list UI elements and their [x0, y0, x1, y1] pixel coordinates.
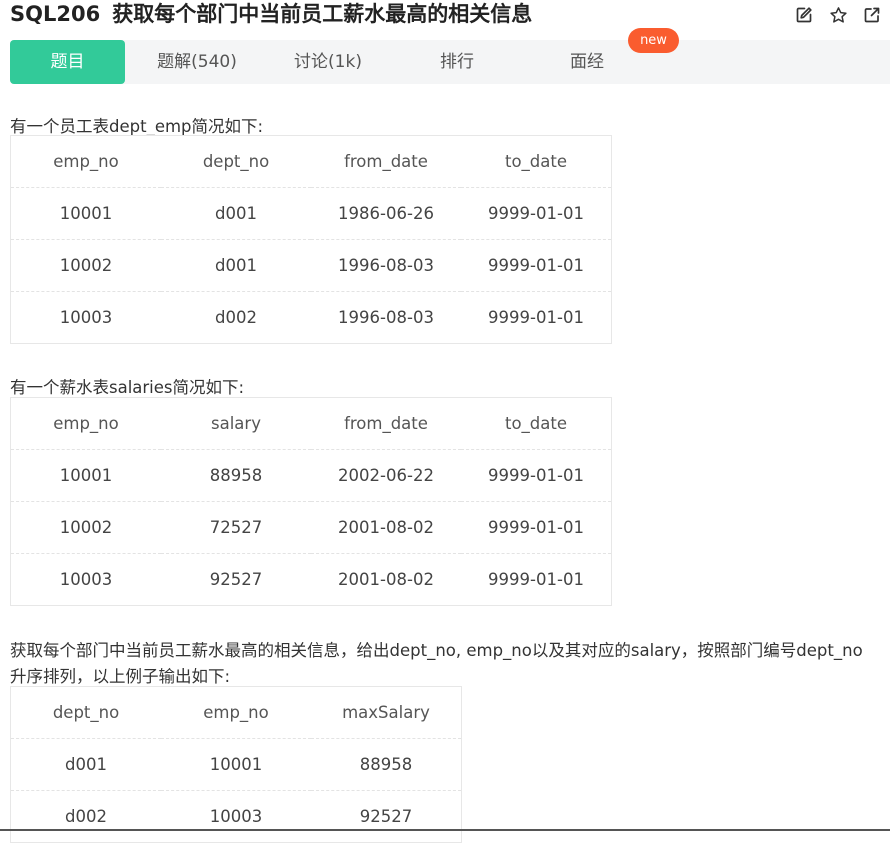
tab-interview[interactable]: 面经: [547, 40, 627, 84]
problem-header: SQL206 获取每个部门中当前员工薪水最高的相关信息: [0, 0, 890, 30]
column-header: to_date: [461, 397, 612, 450]
dept-emp-table: emp_no dept_no from_date to_date 10001 d…: [10, 135, 612, 344]
table-cell: 72527: [161, 501, 311, 554]
table-cell: 88958: [311, 738, 462, 791]
tab-discussion[interactable]: 讨论(1k): [272, 40, 384, 84]
problem-number: SQL206: [10, 2, 101, 26]
task-description-line-1: 获取每个部门中当前员工薪水最高的相关信息，给出dept_no, emp_no以及…: [10, 641, 863, 660]
column-header: salary: [161, 397, 311, 450]
table-cell: 9999-01-01: [488, 308, 584, 327]
table-cell: 9999-01-01: [461, 449, 612, 502]
table-cell: 1996-08-03: [311, 239, 461, 292]
table-row: 10003 d002 1996-08-03 9999-01-01: [11, 292, 612, 344]
table-cell: 10001: [161, 738, 311, 791]
star-icon[interactable]: [826, 3, 850, 27]
table-cell: 10001: [10, 449, 161, 502]
tab-bar: 题目 题解(540) 讨论(1k) 排行 面经: [10, 40, 890, 84]
page-title: SQL206 获取每个部门中当前员工薪水最高的相关信息: [10, 0, 532, 28]
table-cell: 92527: [209, 570, 263, 589]
table-cell: 9999-01-01: [461, 187, 612, 240]
tab-solutions[interactable]: 题解(540): [137, 40, 257, 84]
table-cell: 10003: [59, 308, 113, 327]
table-header-row: emp_no dept_no from_date to_date: [10, 135, 612, 188]
column-header: dept_no: [161, 135, 311, 188]
column-header: maxSalary: [311, 686, 462, 739]
result-table: dept_no emp_no maxSalary d001 10001 8895…: [10, 686, 462, 843]
table-cell: 92527: [359, 807, 413, 826]
new-badge: new: [628, 28, 679, 53]
problem-title: 获取每个部门中当前员工薪水最高的相关信息: [112, 2, 533, 26]
table-row: d001 10001 88958: [10, 738, 462, 791]
external-link-icon[interactable]: [860, 3, 884, 27]
salaries-intro: 有一个薪水表salaries简况如下:: [10, 378, 245, 397]
column-header: emp_no: [161, 686, 311, 739]
table-cell: 1986-06-26: [311, 187, 461, 240]
table-cell: 2002-06-22: [311, 449, 461, 502]
table-row: 10002 72527 2001-08-02 9999-01-01: [10, 501, 612, 554]
table-cell: 9999-01-01: [461, 501, 612, 554]
table-row: 10002 d001 1996-08-03 9999-01-01: [10, 239, 612, 292]
tab-problem[interactable]: 题目: [10, 40, 125, 84]
table-cell: d001: [10, 738, 161, 791]
table-cell: 2001-08-02: [338, 570, 434, 589]
column-header: to_date: [461, 135, 612, 188]
column-header: emp_no: [10, 135, 161, 188]
dept-emp-intro: 有一个员工表dept_emp简况如下:: [10, 117, 264, 136]
column-header: from_date: [311, 135, 461, 188]
table-row: 10001 d001 1986-06-26 9999-01-01: [10, 187, 612, 240]
table-header-row: dept_no emp_no maxSalary: [10, 686, 462, 739]
table-cell: 10001: [10, 187, 161, 240]
edit-icon[interactable]: [792, 3, 816, 27]
table-cell: 88958: [161, 449, 311, 502]
table-header-row: emp_no salary from_date to_date: [10, 397, 612, 450]
column-header: from_date: [311, 397, 461, 450]
table-cell: 10003: [59, 570, 113, 589]
task-description-line-2: 升序排列，以上例子输出如下:: [10, 667, 231, 686]
table-cell: d001: [161, 187, 311, 240]
table-cell: 10003: [209, 807, 263, 826]
table-cell: 9999-01-01: [461, 239, 612, 292]
table-cell: d002: [215, 308, 257, 327]
table-row: 10003 92527 2001-08-02 9999-01-01: [11, 554, 612, 606]
header-actions: [792, 3, 884, 27]
table-cell: d001: [161, 239, 311, 292]
table-row: 10001 88958 2002-06-22 9999-01-01: [10, 449, 612, 502]
salaries-table: emp_no salary from_date to_date 10001 88…: [10, 397, 612, 606]
table-cell: 10002: [10, 501, 161, 554]
table-cell: 2001-08-02: [311, 501, 461, 554]
table-cell: 10002: [10, 239, 161, 292]
column-header: dept_no: [10, 686, 161, 739]
table-cell: d002: [65, 807, 107, 826]
tab-ranking[interactable]: 排行: [417, 40, 497, 84]
table-cell: 9999-01-01: [488, 570, 584, 589]
table-cell: 1996-08-03: [338, 308, 434, 327]
table-row: d002 10003 92527: [11, 791, 462, 843]
column-header: emp_no: [10, 397, 161, 450]
